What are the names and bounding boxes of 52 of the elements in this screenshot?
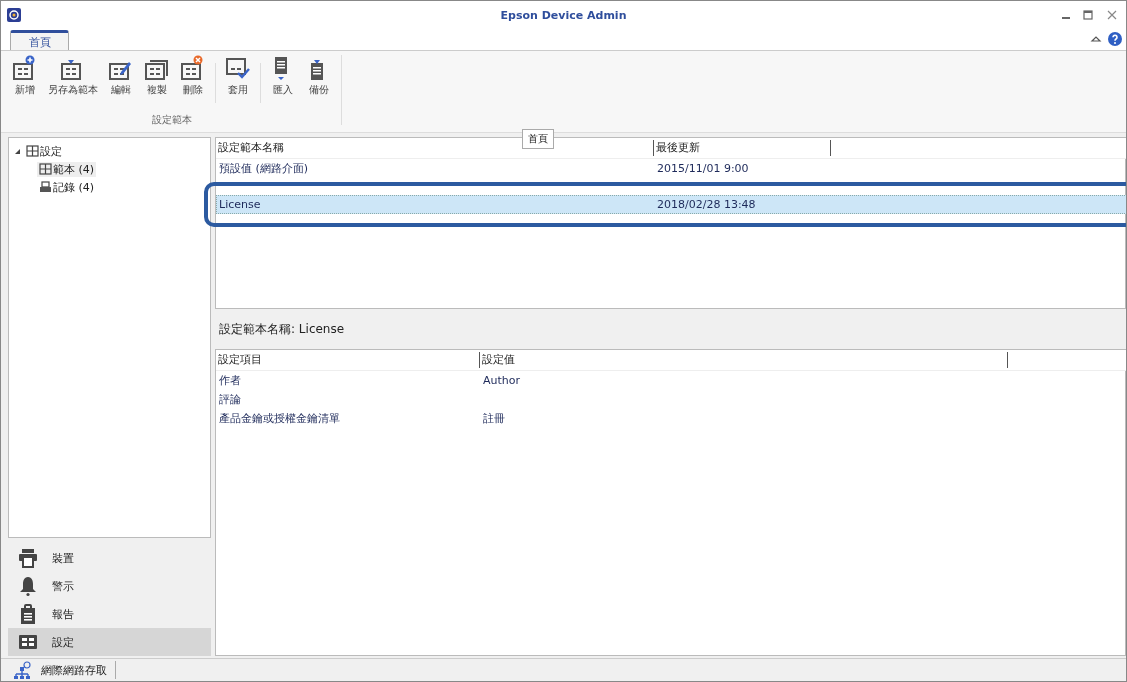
printer-icon xyxy=(39,181,52,193)
ribbon-button[interactable]: 新增 xyxy=(9,55,41,97)
column-header[interactable]: 最後更新 xyxy=(654,140,831,156)
collapse-caret-icon xyxy=(1090,34,1102,44)
nav-item[interactable]: 設定 xyxy=(8,628,211,656)
table-row[interactable]: License 2018/02/28 13:48 xyxy=(216,195,1126,214)
nav-item[interactable]: 警示 xyxy=(8,572,211,600)
network-icon xyxy=(13,661,31,679)
tree-item[interactable]: 設定 xyxy=(24,143,64,159)
details-title: 設定範本名稱: License xyxy=(218,321,346,338)
column-header[interactable]: 設定值 xyxy=(480,352,1008,368)
tree-item[interactable]: 範本 (4) xyxy=(37,161,97,177)
help-icon xyxy=(1108,32,1122,46)
nav-item-label: 裝置 xyxy=(52,550,74,566)
ribbon-tab[interactable]: 首頁 xyxy=(10,30,69,51)
ribbon-button[interactable]: 另存為範本 xyxy=(45,55,101,97)
table-cell-text: 作者 xyxy=(218,373,242,388)
app-logo-icon xyxy=(7,8,21,22)
window-title: Epson Device Admin xyxy=(499,8,628,22)
group-label: 設定範本 xyxy=(151,113,193,127)
ribbon-button[interactable]: 複製 xyxy=(141,55,173,97)
maximize-icon xyxy=(1082,9,1094,21)
grid-icon xyxy=(26,145,39,157)
tree-item-label: 範本 (4) xyxy=(53,161,95,177)
tooltip: 首頁 xyxy=(522,129,554,149)
status-item[interactable]: 網際網路存取 xyxy=(13,661,116,679)
ribbon-button[interactable]: 刪除 xyxy=(177,55,209,97)
ribbon-button[interactable]: 備份 xyxy=(303,55,335,97)
tree-item-label: 設定 xyxy=(40,143,62,159)
ribbon-button[interactable]: 編輯 xyxy=(105,55,137,97)
column-header[interactable]: 設定項目 xyxy=(216,352,480,368)
nav-item-label: 警示 xyxy=(52,578,74,594)
table-cell-text: 產品金鑰或授權金鑰清單 xyxy=(218,411,341,426)
minimize-icon xyxy=(1062,17,1070,19)
nav-item[interactable]: 報告 xyxy=(8,600,211,628)
table-cell-text: Author xyxy=(482,374,522,387)
nav-item[interactable]: 裝置 xyxy=(8,544,211,572)
close-icon xyxy=(1106,9,1118,21)
printer-icon xyxy=(18,547,38,569)
grid-icon xyxy=(39,163,52,175)
nav-item-label: 報告 xyxy=(52,606,74,622)
clipboard-icon xyxy=(18,603,38,625)
nav-item-label: 設定 xyxy=(52,634,74,650)
bell-icon xyxy=(18,575,38,597)
tree-item-label: 記錄 (4) xyxy=(53,179,95,195)
check-grid-icon xyxy=(225,55,251,81)
ribbon-button[interactable]: 匯入 xyxy=(267,55,299,97)
ribbon-button[interactable]: 套用 xyxy=(222,55,254,97)
table-row[interactable]: 預設值 (網路介面) 2015/11/01 9:00 xyxy=(216,159,1126,178)
table-cell-text: 評論 xyxy=(218,392,242,407)
table-cell-text: 註冊 xyxy=(482,411,506,426)
tree-item[interactable]: 記錄 (4) xyxy=(37,179,97,195)
